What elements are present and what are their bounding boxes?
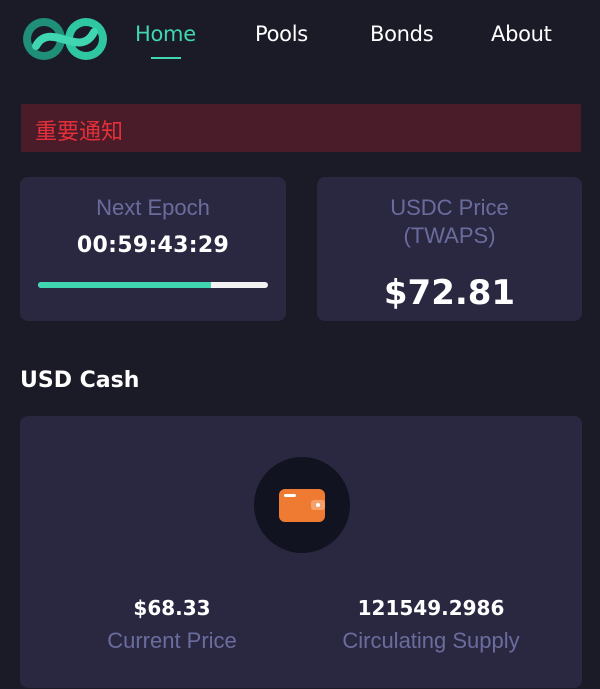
main-nav: Home Pools Bonds About: [0, 22, 600, 62]
next-epoch-label: Next Epoch: [96, 195, 210, 220]
header: Home Pools Bonds About: [0, 0, 600, 90]
usd-cash-title: USD Cash: [20, 368, 140, 393]
notice-text: 重要通知: [35, 120, 124, 145]
usdc-price-value: $72.81: [383, 273, 516, 313]
circulating-supply-value: 121549.2986: [357, 596, 505, 620]
nav-about[interactable]: About: [491, 22, 552, 46]
wallet-badge: [254, 457, 350, 553]
circulating-supply-label: Circulating Supply: [342, 628, 520, 653]
current-price-value: $68.33: [133, 596, 211, 620]
epoch-progress-fill: [38, 282, 211, 288]
nav-home[interactable]: Home: [135, 22, 196, 46]
nav-bonds[interactable]: Bonds: [370, 22, 434, 46]
usdc-price-label: USDC Price (TWAPS): [317, 194, 582, 250]
active-nav-indicator: [151, 57, 181, 59]
usdc-price-label-text: USDC Price (TWAPS): [390, 195, 509, 248]
epoch-countdown: 00:59:43:29: [76, 233, 230, 258]
nav-pools[interactable]: Pools: [255, 22, 308, 46]
usdc-price-card: USDC Price (TWAPS) $72.81: [317, 177, 582, 321]
current-price-label: Current Price: [107, 628, 237, 653]
next-epoch-card: Next Epoch 00:59:43:29: [20, 177, 286, 321]
app-page: Home Pools Bonds About 重要通知 Next Epoch 0…: [0, 0, 600, 689]
epoch-progress-bar: [38, 282, 268, 288]
usd-cash-card: $68.33 Current Price 121549.2986 Circula…: [20, 416, 582, 688]
notice-banner[interactable]: 重要通知: [21, 104, 581, 152]
wallet-icon: [279, 489, 325, 522]
